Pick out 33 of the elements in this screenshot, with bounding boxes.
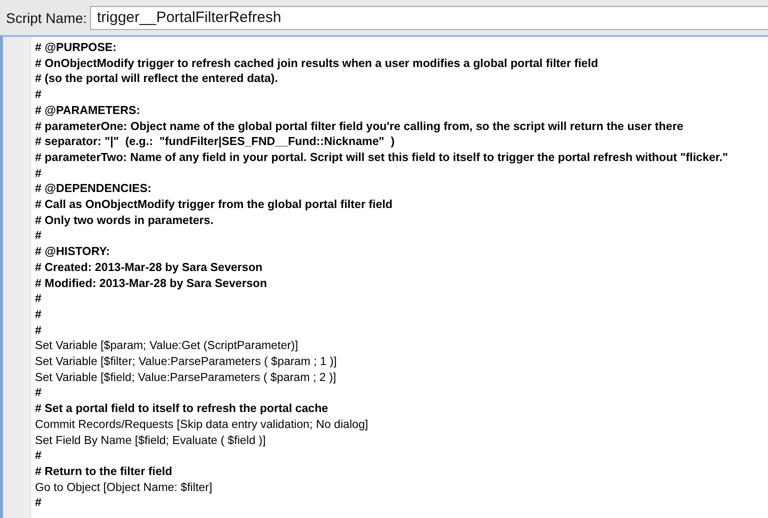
script-comment-line[interactable]: # Created: 2013-Mar-28 by Sara Severson: [35, 260, 768, 276]
script-comment-line[interactable]: # Return to the filter field: [35, 464, 768, 480]
script-name-label: Script Name:: [5, 10, 88, 26]
script-comment-line[interactable]: #: [35, 87, 768, 103]
script-name-field[interactable]: trigger__PortalFilterRefresh: [90, 6, 768, 30]
script-comment-line[interactable]: # Only two words in parameters.: [35, 212, 768, 228]
script-comment-line[interactable]: # parameterTwo: Name of any field in your portal. Script will set this field to itself to trigger the portal refresh without "flicker.": [35, 150, 768, 166]
script-comment-line[interactable]: # @PURPOSE:: [35, 40, 768, 56]
script-step-line[interactable]: Commit Records/Requests [Skip data entry validation; No dialog]: [35, 416, 768, 433]
script-comment-line[interactable]: # (so the portal will reflect the entered data).: [35, 71, 768, 88]
script-comment-line[interactable]: #: [35, 495, 768, 512]
script-comment-line[interactable]: # parameterOne: Object name of the global portal filter field you're calling from, so the script will return the user there: [35, 118, 768, 134]
script-comment-line[interactable]: # Set a portal field to itself to refresh the portal cache: [35, 401, 768, 417]
script-step-line[interactable]: Go to Object [Object Name: $filter]: [35, 480, 768, 496]
script-comment-line[interactable]: # Call as OnObjectModify trigger from the global portal filter field: [35, 197, 768, 213]
script-comment-line[interactable]: #: [35, 448, 768, 464]
script-step-line[interactable]: Set Variable [$field; Value:ParseParameters ( $param ; 2 )]: [35, 370, 768, 386]
script-step-line[interactable]: Set Field By Name [$field; Evaluate ( $field )]: [35, 432, 768, 448]
script-step-line[interactable]: Set Variable [$param; Value:Get (ScriptParameter)]: [35, 338, 768, 354]
script-step-line[interactable]: Set Variable [$filter; Value:ParseParameters ( $param ; 1 )]: [35, 354, 768, 370]
script-comment-line[interactable]: #: [35, 228, 768, 244]
script-comment-line[interactable]: # separator: "|" (e.g.: "fundFilter|SES_FND__Fund::Nickname" ): [35, 134, 768, 150]
script-comment-line[interactable]: # @DEPENDENCIES:: [35, 181, 768, 198]
script-comment-line[interactable]: #: [35, 385, 768, 402]
script-comment-line[interactable]: #: [35, 291, 768, 307]
script-comment-line[interactable]: # Modified: 2013-Mar-28 by Sara Severson: [35, 276, 768, 292]
script-comment-line[interactable]: # OnObjectModify trigger to refresh cached join results when a user modifies a global portal filter field: [35, 56, 768, 72]
script-comment-line[interactable]: #: [35, 306, 768, 323]
script-editor[interactable]: [0, 35, 768, 518]
script-comment-line[interactable]: #: [35, 322, 768, 338]
script-comment-line[interactable]: #: [35, 166, 768, 182]
script-comment-line[interactable]: # @HISTORY:: [35, 244, 768, 260]
script-comment-line[interactable]: # @PARAMETERS:: [35, 102, 768, 119]
